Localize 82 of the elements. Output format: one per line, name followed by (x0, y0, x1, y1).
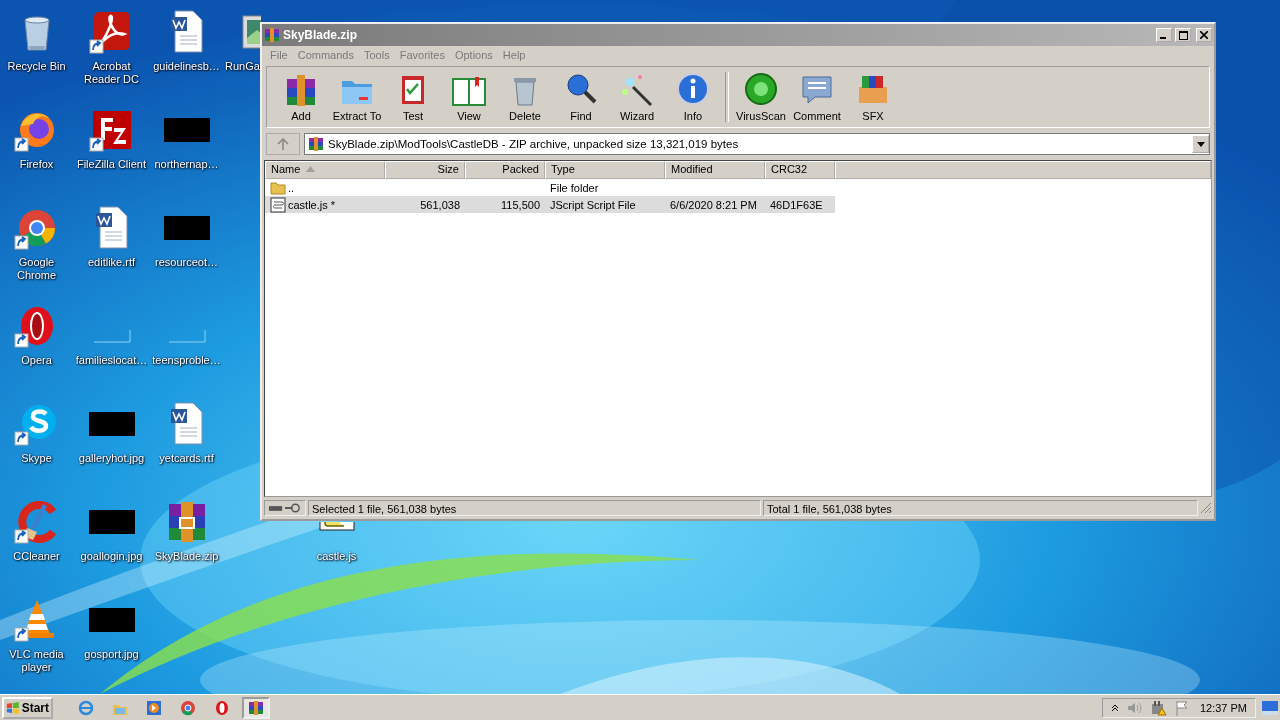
table-cell: 6/6/2020 8:21 PM (670, 198, 757, 211)
drive-key-icon (268, 503, 302, 513)
network-warning-icon[interactable] (1151, 699, 1167, 716)
script-file-icon (270, 196, 286, 213)
icon-label: VLC media player (8, 648, 65, 674)
icon-label: Recycle Bin (7, 60, 66, 73)
column-header[interactable]: CRC32 (765, 161, 835, 179)
taskbar-button[interactable] (242, 696, 270, 719)
media-player-icon[interactable] (146, 699, 162, 716)
folder-icon (270, 179, 286, 196)
close-icon (1200, 31, 1208, 39)
start-button[interactable]: Start (2, 696, 53, 719)
column-header[interactable]: Packed (465, 161, 545, 179)
icon-label: editlike.rtf (87, 256, 136, 269)
table-cell: 46D1F63E (770, 198, 823, 211)
icon-label: FileZilla Client (76, 158, 147, 171)
close-button[interactable] (1196, 28, 1212, 42)
icon-label: teensproble… (152, 354, 221, 367)
show-desktop-icon[interactable] (1262, 700, 1278, 715)
info-icon (675, 71, 711, 107)
icon-label: SkyBlade.zip (154, 550, 219, 563)
flag-icon[interactable] (1175, 699, 1189, 716)
address-field[interactable]: SkyBlade.zip\ModTools\CastleDB - ZIP archive, unpacked size 13,321,019 bytes (304, 133, 1210, 155)
maximize-button[interactable] (1175, 28, 1191, 42)
icon-label: gosport.jpg (84, 648, 139, 661)
minimize-button[interactable] (1156, 28, 1172, 42)
icon-label: resourceot… (155, 256, 218, 269)
column-header[interactable]: Name (265, 161, 385, 179)
icon-label: goallogin.jpg (80, 550, 143, 563)
file-row[interactable]: castle.js * 561,038 115,500 JScript Script File 6/6/2020 8:21 PM 46D1F63E (265, 196, 835, 213)
icon-label: Firefox (19, 158, 54, 171)
toolbar-button[interactable]: Extract To (329, 69, 385, 125)
dropdown-button[interactable] (1192, 135, 1209, 153)
icon-label: galleryhot.jpg (78, 452, 145, 465)
icon-label: northernap… (154, 158, 219, 171)
toolbar-button[interactable]: Delete (497, 69, 553, 125)
column-header[interactable]: Modified (665, 161, 765, 179)
icon-label: castle.js (316, 550, 357, 563)
file-row[interactable]: .. File folder (265, 179, 835, 196)
caret-icon (1196, 141, 1205, 147)
window-title: SkyBlade.zip (283, 28, 359, 42)
column-header[interactable]: Type (545, 161, 665, 179)
archive-icon (308, 136, 324, 152)
icon-label: familieslocat… (75, 354, 148, 367)
toolbar-button[interactable]: VirusScan (733, 69, 789, 125)
toolbar-button[interactable]: Wizard (609, 69, 665, 125)
table-cell: 115,500 (501, 198, 540, 211)
up-arrow-icon (277, 138, 289, 150)
icon-label: guidelinesb… (153, 60, 220, 73)
clock[interactable]: 12:37 PM (1199, 701, 1247, 714)
icon-label: Google Chrome (15, 256, 58, 282)
toolbar-button[interactable]: SFX (845, 69, 901, 125)
toolbar-button[interactable]: Info (665, 69, 721, 125)
icon-label: Acrobat Reader DC (83, 60, 140, 86)
chevron-up-icon[interactable] (1111, 703, 1119, 712)
opera-icon[interactable] (214, 699, 230, 716)
icon-label: RunGa (225, 60, 260, 73)
chrome-icon[interactable] (180, 699, 196, 716)
column-header[interactable]: Size (385, 161, 465, 179)
app-icon (264, 27, 280, 43)
resize-grip-icon[interactable] (1200, 502, 1212, 514)
icon-label: Skype (21, 452, 52, 465)
icon-label: yetcards.rtf (159, 452, 214, 465)
sort-arrow-icon (306, 166, 316, 172)
archive-icon (248, 699, 264, 716)
status-text: Selected 1 file, 561,038 bytes (308, 500, 761, 516)
toolbar-button[interactable]: Find (553, 69, 609, 125)
icon-label: Opera (21, 354, 52, 367)
toolbar-button[interactable]: View (441, 69, 497, 125)
toolbar-button[interactable]: Test (385, 69, 441, 125)
maximize-icon (1178, 30, 1188, 40)
toolbar-button[interactable]: Comment (789, 69, 845, 125)
table-cell: 561,038 (420, 198, 460, 211)
windows-logo-icon (6, 700, 20, 715)
table-cell: JScript Script File (550, 198, 636, 211)
toolbar-button[interactable]: Add (273, 69, 329, 125)
status-text: Total 1 file, 561,038 bytes (763, 500, 1198, 516)
table-cell: .. (288, 181, 295, 194)
table-cell: castle.js * (288, 198, 336, 211)
address-text: SkyBlade.zip\ModTools\CastleDB - ZIP archive, unpacked size 13,321,019 bytes (328, 138, 740, 150)
table-cell: File folder (550, 181, 599, 194)
icon-label: CCleaner (13, 550, 60, 563)
